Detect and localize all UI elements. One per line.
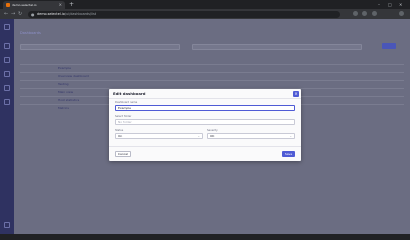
breadcrumb[interactable]: Dashboards <box>20 31 41 35</box>
table-row[interactable]: Overview dashboard <box>20 72 404 79</box>
alert-icon[interactable] <box>4 85 10 91</box>
search-icon[interactable] <box>4 43 10 49</box>
table-header <box>20 54 404 59</box>
divider <box>109 98 301 99</box>
chevron-down-icon: ⌄ <box>197 134 200 138</box>
maximize-icon[interactable]: □ <box>388 0 392 9</box>
close-icon[interactable]: × <box>293 91 299 97</box>
user-icon[interactable] <box>4 222 10 228</box>
profile-icon[interactable] <box>372 11 377 16</box>
browser-tab-bar: demo.selectel.io × + – □ ✕ <box>0 0 410 9</box>
window-close-icon[interactable]: ✕ <box>399 0 402 9</box>
new-dashboard-button[interactable] <box>382 43 396 49</box>
severity-label: Severity <box>207 129 218 132</box>
explore-icon[interactable] <box>4 71 10 77</box>
logo-icon[interactable] <box>4 24 10 30</box>
extension-icon[interactable] <box>353 11 358 16</box>
tab-close-icon[interactable]: × <box>59 2 62 8</box>
folder-select[interactable]: No folder <box>115 119 295 125</box>
gear-icon[interactable] <box>4 99 10 105</box>
sidebar <box>0 19 14 234</box>
table-row[interactable]: Example <box>20 64 404 71</box>
severity-value: OK <box>210 134 215 138</box>
browser-tab[interactable]: demo.selectel.io × <box>3 1 65 9</box>
name-label: Dashboard name <box>115 101 138 104</box>
forward-icon[interactable]: → <box>11 10 15 18</box>
table-row[interactable]: Testing <box>20 80 404 87</box>
back-icon[interactable]: ← <box>4 10 8 18</box>
status-label: Status <box>115 129 124 132</box>
new-tab-button[interactable]: + <box>69 1 74 8</box>
lock-icon: ● <box>31 11 35 17</box>
divider <box>109 146 301 147</box>
status-value: On <box>118 134 123 138</box>
browser-toolbar: ← → ↻ ● demo.selectel.io/ui/dashboards/l… <box>0 9 410 19</box>
dashboard-icon[interactable] <box>4 57 10 63</box>
minimize-icon[interactable]: – <box>378 0 380 9</box>
dialog-title: Edit dashboard <box>113 91 146 96</box>
cancel-button[interactable]: Cancel <box>115 151 131 157</box>
dashboard-name-input[interactable]: Example <box>115 105 295 111</box>
tab-title: demo.selectel.io <box>12 3 37 7</box>
address-bar[interactable]: ● demo.selectel.io/ui/dashboards/list <box>28 10 340 18</box>
url-text: demo.selectel.io/ui/dashboards/list <box>37 11 97 16</box>
filter-bar <box>20 43 404 51</box>
bookmark-icon[interactable] <box>362 11 367 16</box>
severity-select[interactable]: OK ⌄ <box>207 133 295 139</box>
save-button[interactable]: Save <box>282 151 295 157</box>
folder-label: Select folder <box>115 115 132 118</box>
favicon-icon <box>6 3 10 7</box>
reload-icon[interactable]: ↻ <box>18 10 22 18</box>
search-input[interactable] <box>20 44 180 50</box>
chevron-down-icon: ⌄ <box>289 134 292 138</box>
edit-dashboard-dialog: Edit dashboard × Dashboard name Example … <box>109 89 301 161</box>
status-select[interactable]: On ⌄ <box>115 133 203 139</box>
tag-filter[interactable] <box>192 44 362 50</box>
menu-icon[interactable] <box>399 11 404 16</box>
